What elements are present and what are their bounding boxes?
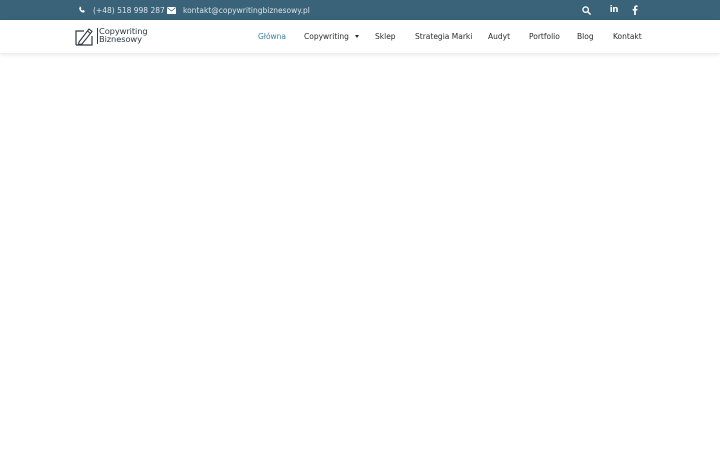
nav-label: Audyt xyxy=(488,32,511,41)
phone-contact[interactable]: (+48) 518 998 287 xyxy=(78,0,165,20)
nav-item-blog[interactable]: Blog xyxy=(577,20,594,53)
nav-item-glowna[interactable]: Główna xyxy=(258,20,286,53)
logo-divider xyxy=(97,28,98,44)
search-button[interactable] xyxy=(580,0,592,20)
site-logo[interactable]: Copywriting Biznesowy xyxy=(75,26,155,46)
phone-number: (+48) 518 998 287 xyxy=(93,5,165,15)
facebook-link[interactable] xyxy=(631,0,639,20)
site-header: Copywriting Biznesowy Główna Copywriting… xyxy=(0,20,720,53)
envelope-icon xyxy=(167,6,176,14)
pen-logo-icon xyxy=(75,28,93,46)
nav-item-kontakt[interactable]: Kontakt xyxy=(613,20,642,53)
linkedin-link[interactable]: in xyxy=(609,0,619,20)
email-contact[interactable]: kontakt@copywritingbiznesowy.pl xyxy=(167,0,310,20)
email-address: kontakt@copywritingbiznesowy.pl xyxy=(183,5,310,15)
nav-item-sklep[interactable]: Sklep xyxy=(375,20,396,53)
caret-down-icon xyxy=(354,35,359,38)
search-icon xyxy=(581,5,591,15)
logo-text-line2: Biznesowy xyxy=(99,34,142,44)
nav-item-strategia-marki[interactable]: Strategia Marki xyxy=(415,20,472,53)
nav-label: Strategia Marki xyxy=(415,32,473,41)
nav-label: Kontakt xyxy=(613,32,642,41)
phone-icon xyxy=(79,6,85,13)
linkedin-icon: in xyxy=(609,5,619,15)
page-content xyxy=(0,53,720,450)
nav-label: Blog xyxy=(577,32,594,41)
top-bar: (+48) 518 998 287 kontakt@copywritingbiz… xyxy=(0,0,720,20)
nav-item-copywriting[interactable]: Copywriting xyxy=(304,20,359,53)
nav-item-portfolio[interactable]: Portfolio xyxy=(529,20,560,53)
nav-label: Copywriting xyxy=(304,32,349,41)
nav-label: Główna xyxy=(258,32,287,41)
nav-label: Sklep xyxy=(375,32,396,41)
facebook-icon xyxy=(632,5,638,15)
nav-item-audyt[interactable]: Audyt xyxy=(488,20,510,53)
nav-label: Portfolio xyxy=(529,32,560,41)
